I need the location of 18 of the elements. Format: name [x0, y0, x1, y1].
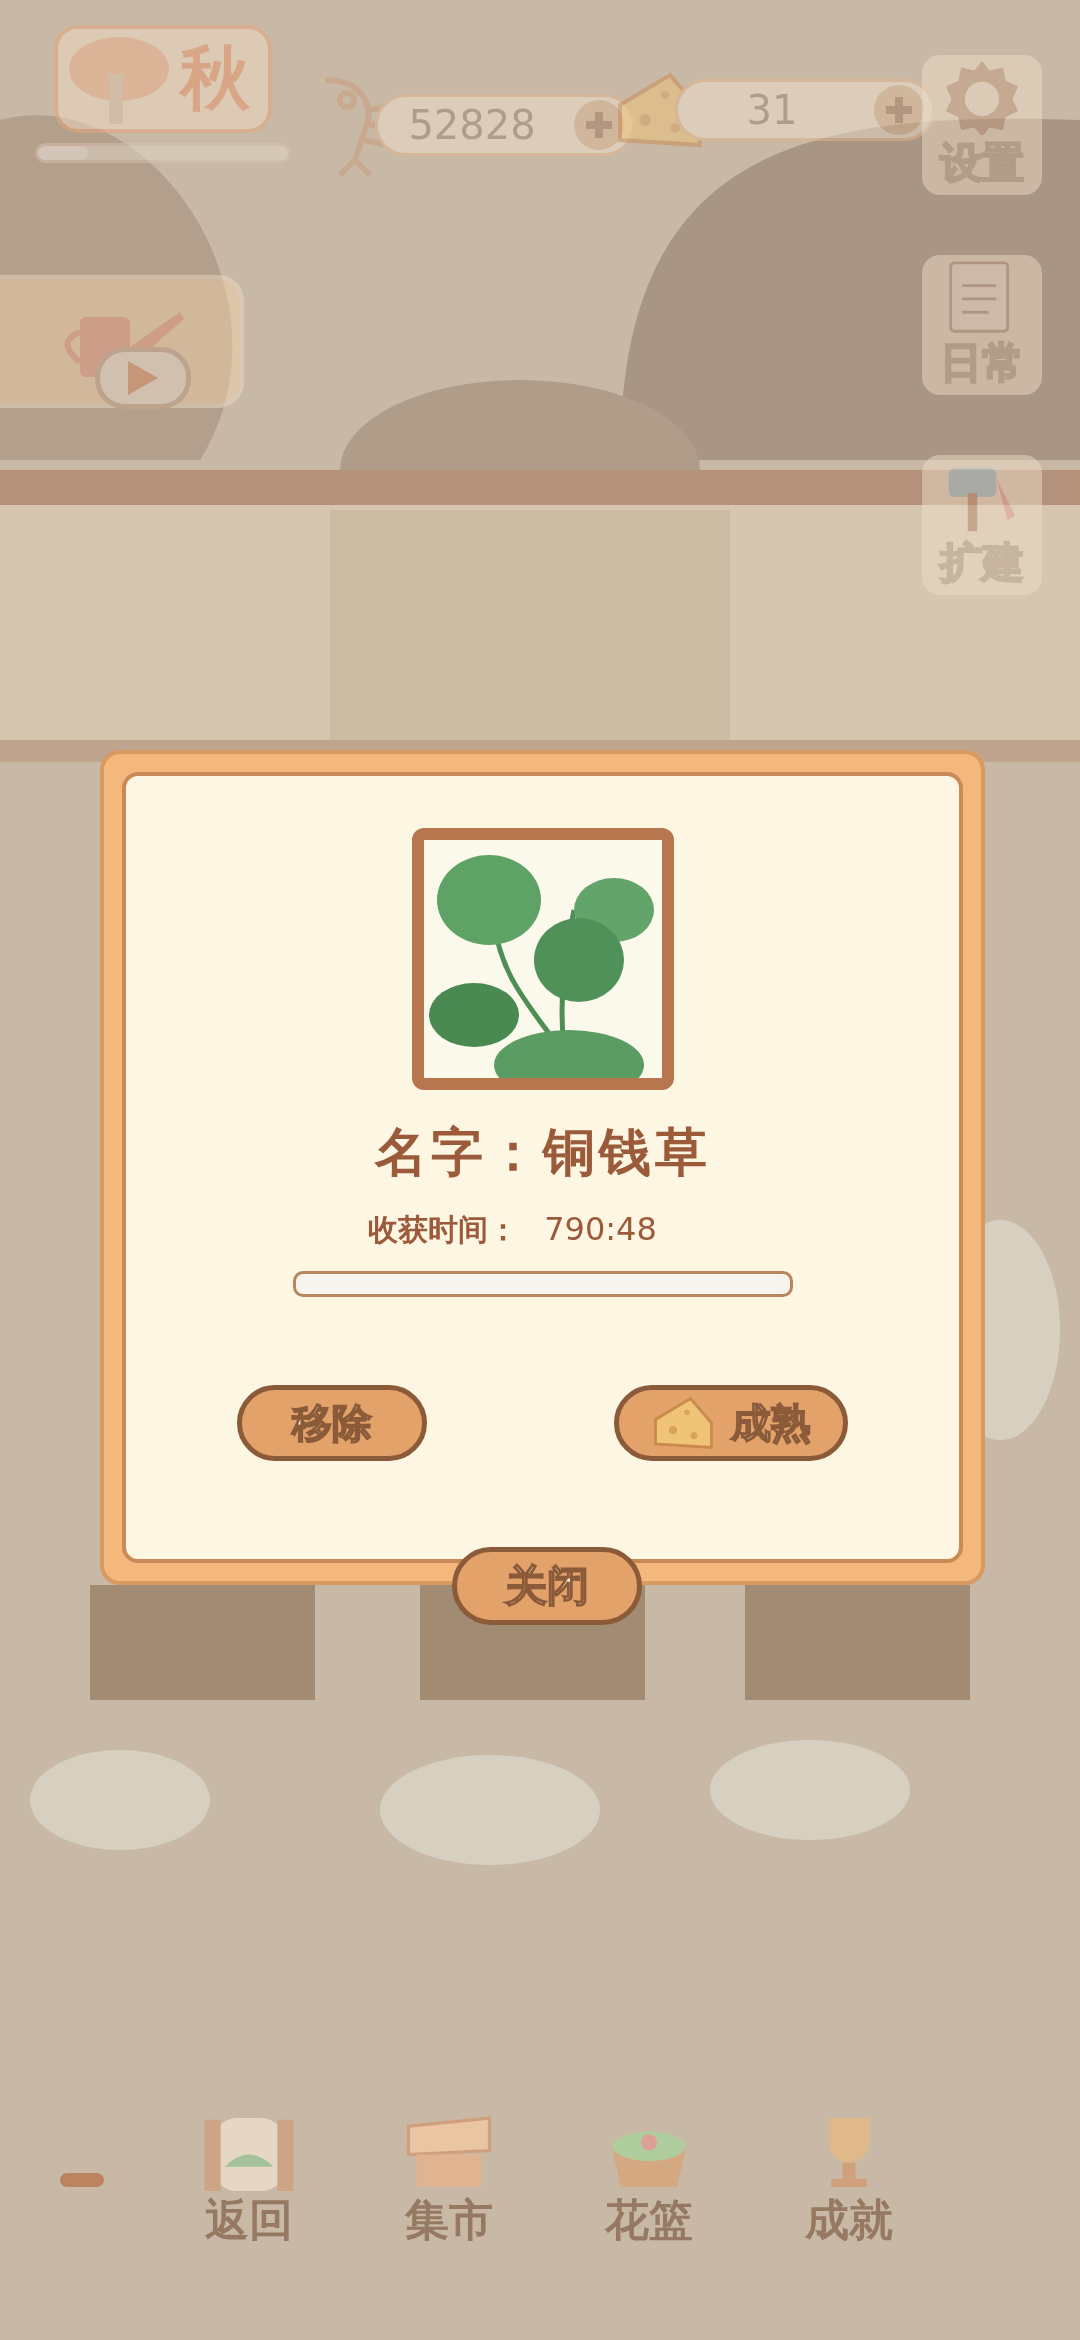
- nav-button[interactable]: 返回: [184, 2110, 314, 2250]
- cheese-icon: [615, 70, 705, 150]
- ripen-button[interactable]: 成熟: [614, 1385, 848, 1461]
- nav-button[interactable]: 花篮: [584, 2110, 714, 2250]
- nav-button[interactable]: 集市: [384, 2110, 514, 2250]
- harvest-time-value: 790:48: [544, 1210, 657, 1248]
- plus-icon: [584, 110, 614, 140]
- add-button[interactable]: [874, 85, 924, 135]
- remove-button[interactable]: 移除: [237, 1385, 427, 1461]
- drag-handle: [60, 2173, 104, 2187]
- play-icon: [126, 359, 160, 397]
- plant-name: 名字：铜钱草: [374, 1121, 711, 1184]
- harvest-time-label: 收获时间：: [368, 1211, 519, 1249]
- play-button[interactable]: [95, 347, 191, 409]
- cheese-icon: [651, 1395, 715, 1451]
- plus-icon: [884, 95, 914, 125]
- nav-button[interactable]: 成就: [784, 2110, 914, 2250]
- close-button[interactable]: 关闭: [452, 1547, 642, 1625]
